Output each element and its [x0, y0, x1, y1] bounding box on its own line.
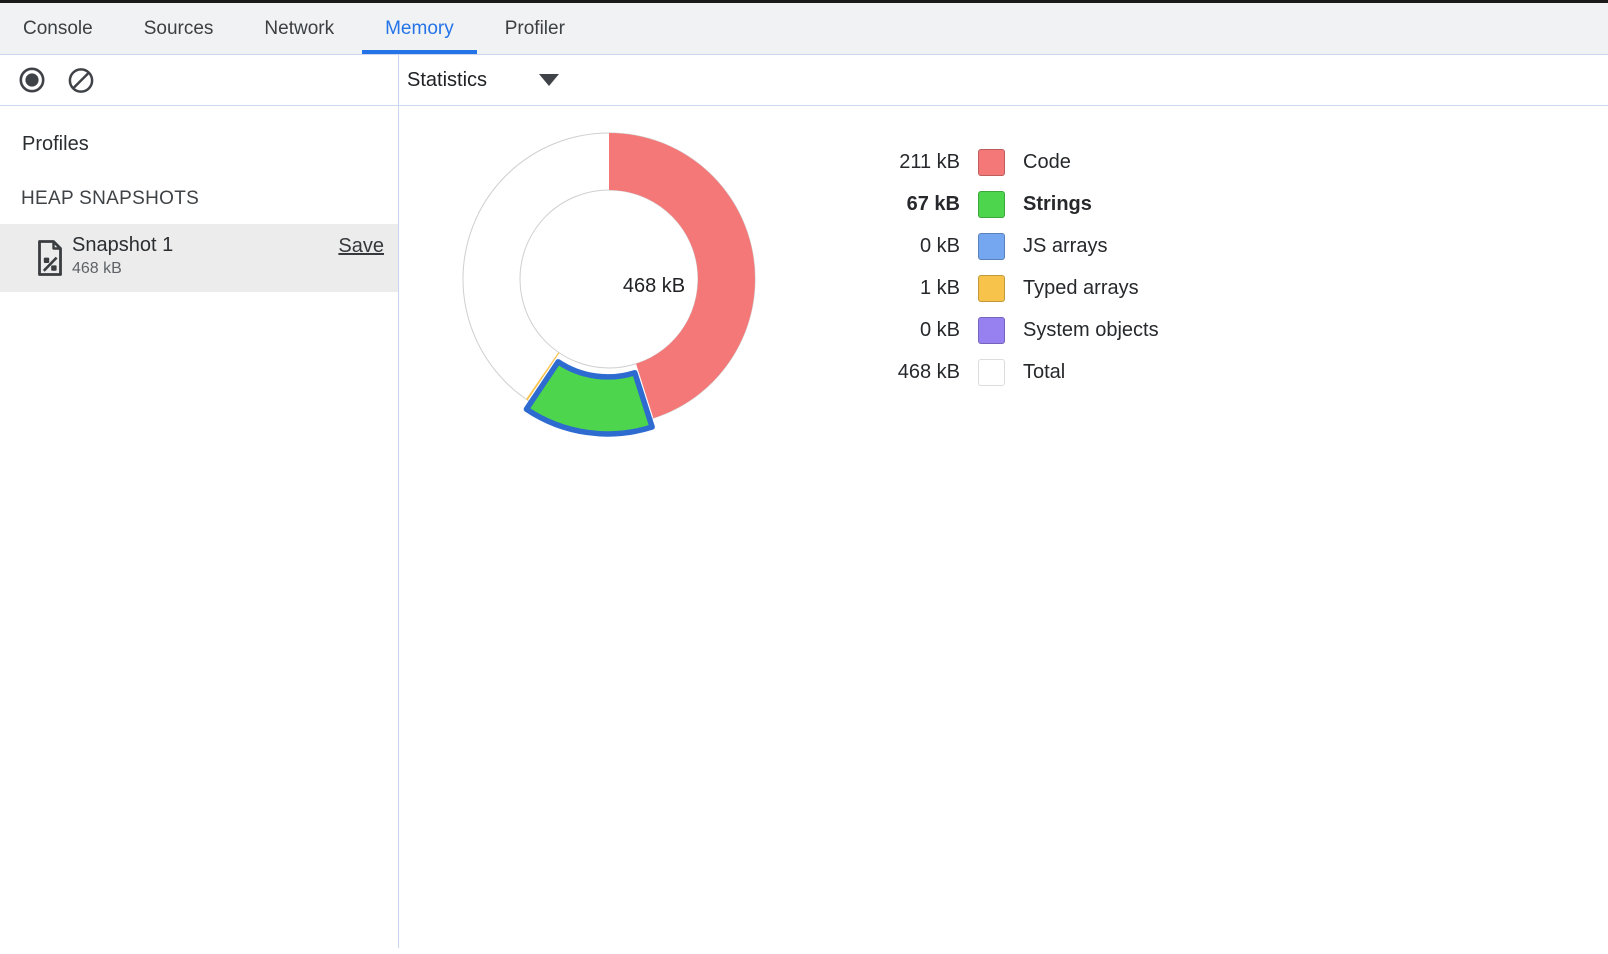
toolbar-right-group: Statistics: [399, 55, 559, 105]
statistics-view: 468 kB 211 kB Code 67 kB Strings 0 kB JS arra…: [399, 107, 1608, 954]
legend-label: Typed arrays: [1023, 277, 1139, 300]
record-icon: [18, 66, 46, 94]
active-tab-underline: [362, 50, 477, 54]
legend-value: 468 kB: [860, 361, 960, 384]
record-heap-snapshot-button[interactable]: [18, 66, 46, 94]
tab-memory[interactable]: Memory: [362, 3, 477, 54]
legend-label: JS arrays: [1023, 235, 1107, 258]
donut-center-total: 468 kB: [589, 273, 719, 299]
toolbar-left-group: [0, 55, 398, 105]
code-color-swatch: [978, 149, 1005, 176]
legend-value: 1 kB: [860, 277, 960, 300]
legend-label: Code: [1023, 151, 1071, 174]
legend-label: System objects: [1023, 319, 1159, 342]
clear-icon: [67, 66, 95, 95]
chevron-down-icon: [539, 74, 559, 86]
memory-toolbar: Statistics: [0, 55, 1608, 106]
heap-snapshot-icon: [36, 239, 64, 277]
legend-label: Total: [1023, 361, 1065, 384]
legend-value: 0 kB: [860, 235, 960, 258]
snapshot-list-item[interactable]: Snapshot 1 468 kB Save: [0, 224, 398, 292]
tab-console[interactable]: Console: [0, 3, 116, 54]
system-objects-color-swatch: [978, 317, 1005, 344]
legend-label: Strings: [1023, 193, 1092, 216]
save-snapshot-link[interactable]: Save: [338, 235, 384, 258]
clear-profiles-button[interactable]: [67, 66, 95, 94]
legend-row-code[interactable]: 211 kB Code: [860, 141, 1159, 183]
strings-color-swatch: [978, 191, 1005, 218]
view-mode-dropdown[interactable]: Statistics: [407, 69, 559, 92]
snapshot-size: 468 kB: [72, 260, 122, 278]
snapshot-name: Snapshot 1: [72, 234, 173, 257]
devtools-window: ConsoleSourcesNetworkMemoryProfiler Stat…: [0, 0, 1608, 954]
chart-legend: 211 kB Code 67 kB Strings 0 kB JS arrays 1 kB T…: [860, 141, 1159, 393]
panel-tabbar: ConsoleSourcesNetworkMemoryProfiler: [0, 3, 1608, 55]
legend-row-system-objects[interactable]: 0 kB System objects: [860, 309, 1159, 351]
legend-row-strings[interactable]: 67 kB Strings: [860, 183, 1159, 225]
legend-value: 67 kB: [860, 193, 960, 216]
tab-profiler[interactable]: Profiler: [482, 3, 588, 54]
legend-row-js-arrays[interactable]: 0 kB JS arrays: [860, 225, 1159, 267]
total-color-swatch: [978, 359, 1005, 386]
tab-sources[interactable]: Sources: [121, 3, 237, 54]
legend-value: 0 kB: [860, 319, 960, 342]
profiles-sidebar: Profiles HEAP SNAPSHOTS Snapshot 1 468 k…: [0, 106, 398, 954]
tab-network[interactable]: Network: [241, 3, 357, 54]
legend-row-total[interactable]: 468 kB Total: [860, 351, 1159, 393]
heap-donut-chart: 468 kB: [444, 114, 774, 444]
legend-row-typed-arrays[interactable]: 1 kB Typed arrays: [860, 267, 1159, 309]
profiles-title: Profiles: [22, 133, 89, 156]
heap-snapshots-section-title: HEAP SNAPSHOTS: [21, 188, 199, 210]
typed-arrays-color-swatch: [978, 275, 1005, 302]
legend-value: 211 kB: [860, 151, 960, 174]
view-mode-label: Statistics: [407, 69, 487, 92]
js-arrays-color-swatch: [978, 233, 1005, 260]
